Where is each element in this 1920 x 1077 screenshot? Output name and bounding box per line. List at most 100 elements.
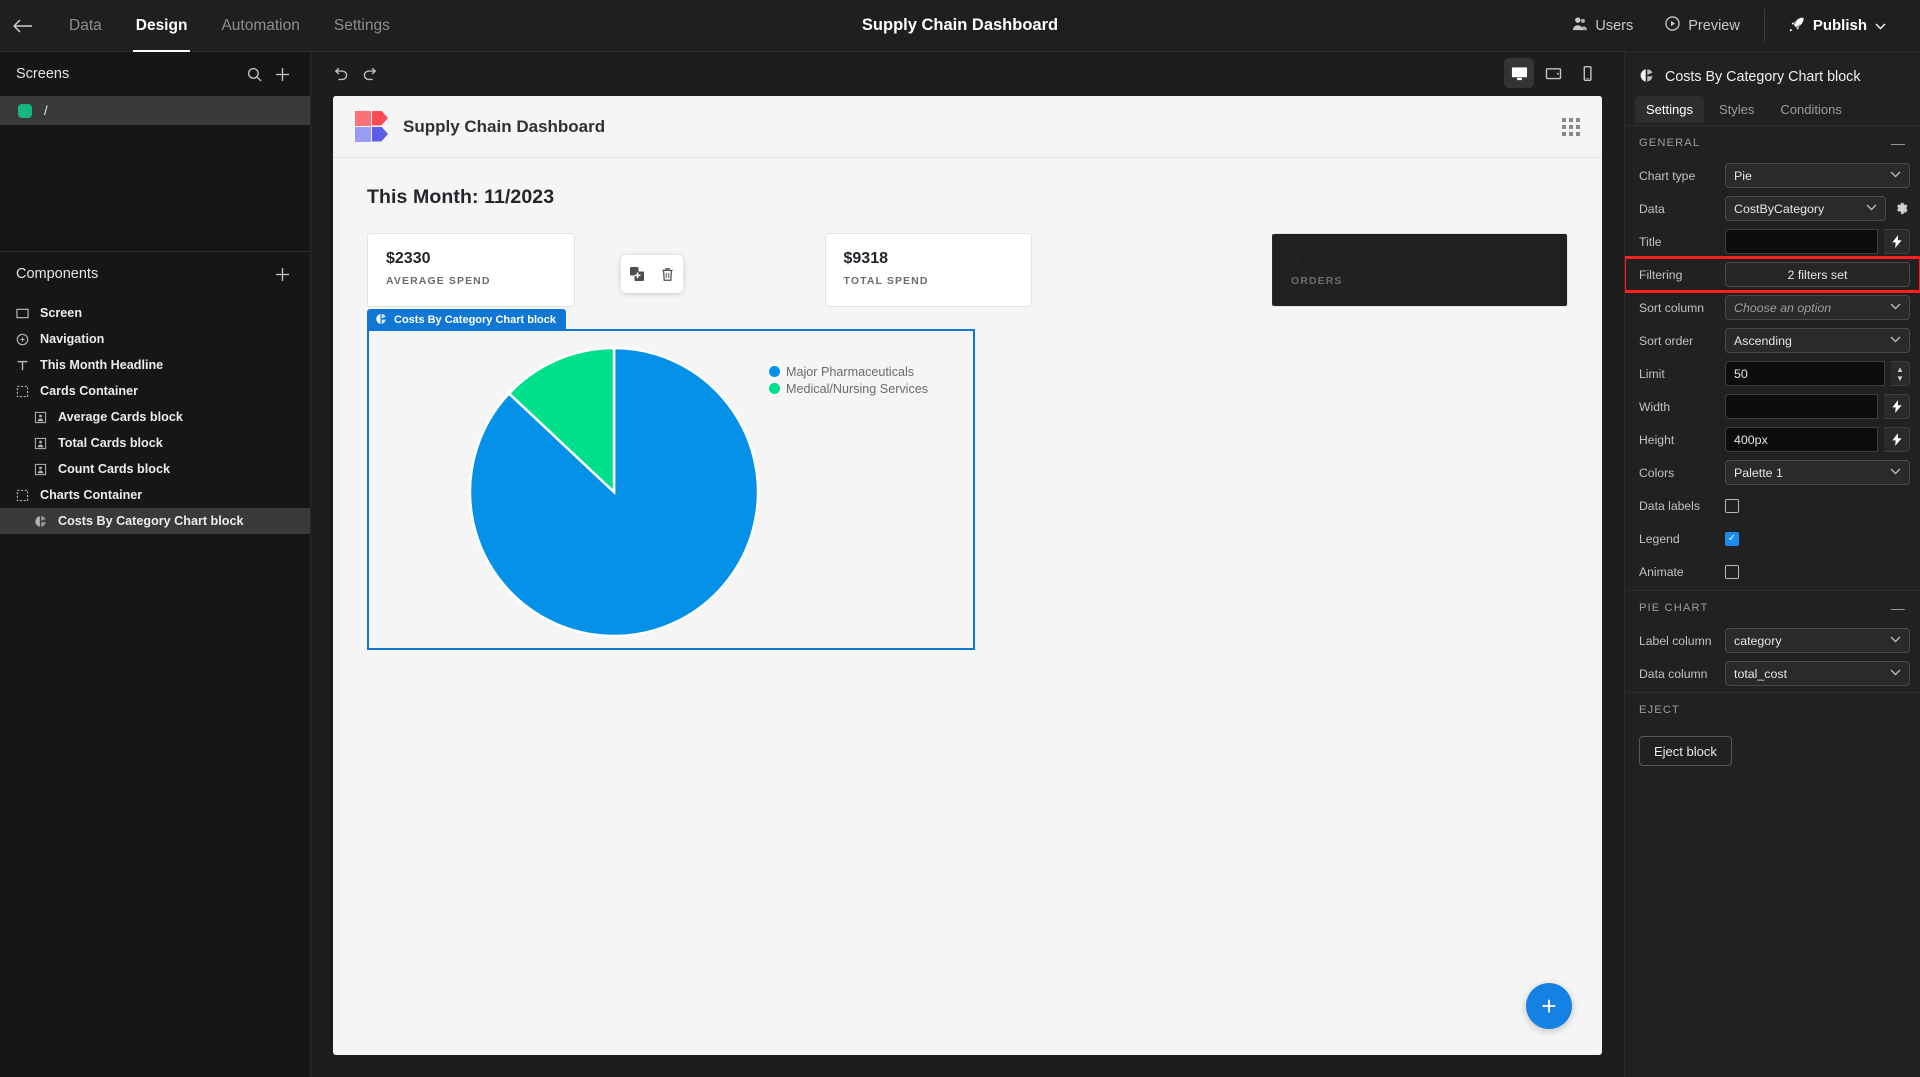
- chart-type-select[interactable]: Pie: [1725, 163, 1910, 188]
- tab-settings[interactable]: Settings: [1635, 96, 1704, 123]
- component-count-cards-block[interactable]: Count Cards block: [0, 456, 310, 482]
- data-column-select[interactable]: total_cost: [1725, 661, 1910, 686]
- component-costs-by-category-chart-block[interactable]: Costs By Category Chart block: [0, 508, 310, 534]
- device-desktop-button[interactable]: [1504, 58, 1534, 88]
- component-total-cards-block[interactable]: Total Cards block: [0, 430, 310, 456]
- field-label: Data: [1639, 201, 1665, 216]
- field-label: Legend: [1639, 531, 1680, 546]
- add-block-fab[interactable]: +: [1526, 983, 1572, 1029]
- component-label: Charts Container: [40, 488, 143, 502]
- tab-styles[interactable]: Styles: [1708, 96, 1765, 123]
- tab-conditions[interactable]: Conditions: [1769, 96, 1852, 123]
- data-source-select[interactable]: CostByCategory: [1725, 196, 1886, 221]
- eject-block-button[interactable]: Eject block: [1639, 736, 1732, 766]
- data-labels-checkbox[interactable]: [1725, 498, 1739, 513]
- rocket-icon: [1789, 16, 1805, 36]
- card-value: $2330: [386, 250, 431, 267]
- colors-palette-select[interactable]: Palette 1: [1725, 460, 1910, 485]
- canvas-viewport: Supply Chain Dashboard This Month: 11/20…: [311, 96, 1624, 1077]
- component-this-month-headline[interactable]: This Month Headline: [0, 352, 310, 378]
- component-average-cards-block[interactable]: Average Cards block: [0, 404, 310, 430]
- field-label: Filtering: [1639, 267, 1683, 282]
- component-navigation[interactable]: Navigation: [0, 326, 310, 352]
- duplicate-icon[interactable]: [626, 263, 648, 285]
- selected-block-badge[interactable]: Costs By Category Chart block: [367, 309, 566, 331]
- field-data-labels: Data labels: [1625, 489, 1920, 522]
- colors-palette-value: Palette 1: [1734, 465, 1783, 480]
- component-label: Navigation: [40, 332, 105, 346]
- settings-panel-title: Costs By Category Chart block: [1665, 69, 1861, 85]
- tab-data[interactable]: Data: [52, 0, 119, 52]
- cards-container: $2330 AVERAGE SPEND $9318 TOTAL SPEND 4 …: [367, 233, 1568, 307]
- screen-item-root[interactable]: /: [0, 96, 310, 125]
- top-bar: Data Design Automation Settings Supply C…: [0, 0, 1920, 52]
- undo-icon[interactable]: [325, 59, 355, 89]
- redo-icon[interactable]: [355, 59, 385, 89]
- top-nav: Data Design Automation Settings: [52, 0, 407, 52]
- chevron-down-icon: [1866, 203, 1877, 214]
- title-input[interactable]: [1725, 229, 1878, 254]
- average-spend-card[interactable]: $2330 AVERAGE SPEND: [367, 233, 575, 307]
- field-chart-type: Chart type Pie: [1625, 159, 1920, 192]
- card-icon: [32, 435, 48, 451]
- tab-settings[interactable]: Settings: [317, 0, 407, 52]
- users-button[interactable]: Users: [1556, 0, 1649, 52]
- device-mobile-button[interactable]: [1572, 58, 1602, 88]
- legend-color-swatch: [769, 383, 780, 394]
- animate-checkbox[interactable]: [1725, 564, 1739, 579]
- costs-by-category-chart-block[interactable]: Costs By Category Chart block Major Phar…: [367, 309, 975, 650]
- component-screen[interactable]: Screen: [0, 300, 310, 326]
- legend-item-medical-nursing-services[interactable]: Medical/Nursing Services: [769, 380, 928, 397]
- tab-automation[interactable]: Automation: [204, 0, 316, 52]
- device-tablet-button[interactable]: [1538, 58, 1568, 88]
- sort-column-select[interactable]: Choose an option: [1725, 295, 1910, 320]
- field-label: Sort order: [1639, 333, 1694, 348]
- sort-column-value: Choose an option: [1734, 300, 1832, 315]
- add-screen-icon[interactable]: [268, 60, 296, 88]
- stepper-up-icon[interactable]: ▲: [1896, 365, 1904, 374]
- collapse-pie-chart-icon[interactable]: —: [1891, 601, 1906, 615]
- height-input[interactable]: 400px: [1725, 427, 1878, 452]
- screen-icon: [14, 305, 30, 321]
- collapse-general-icon[interactable]: —: [1891, 136, 1906, 150]
- legend-color-swatch: [769, 366, 780, 377]
- binding-bolt-icon[interactable]: [1884, 394, 1910, 419]
- preview-button[interactable]: Preview: [1649, 0, 1756, 52]
- right-settings-panel: Costs By Category Chart block Settings S…: [1624, 52, 1920, 1077]
- delete-icon[interactable]: [657, 263, 679, 285]
- component-charts-container[interactable]: Charts Container: [0, 482, 310, 508]
- field-label: Data labels: [1639, 498, 1700, 513]
- publish-button[interactable]: Publish: [1773, 0, 1902, 52]
- field-height: Height 400px: [1625, 423, 1920, 456]
- stepper-down-icon[interactable]: ▼: [1896, 374, 1904, 383]
- component-cards-container[interactable]: Cards Container: [0, 378, 310, 404]
- grid-menu-icon[interactable]: [1562, 117, 1580, 136]
- orders-card[interactable]: 4 ORDERS: [1272, 233, 1568, 307]
- width-input[interactable]: [1725, 394, 1878, 419]
- binding-bolt-icon[interactable]: [1884, 427, 1910, 452]
- tab-design[interactable]: Design: [119, 0, 205, 52]
- section-general-label: GENERAL: [1639, 136, 1701, 149]
- sort-order-select[interactable]: Ascending: [1725, 328, 1910, 353]
- filtering-button[interactable]: 2 filters set: [1725, 262, 1910, 287]
- binding-bolt-icon[interactable]: [1884, 229, 1910, 254]
- search-icon[interactable]: [240, 60, 268, 88]
- legend-checkbox[interactable]: ✓: [1725, 531, 1739, 546]
- block-floating-toolbar: [621, 255, 683, 293]
- section-pie-chart-label: PIE CHART: [1639, 601, 1709, 614]
- legend-label: Medical/Nursing Services: [786, 381, 929, 396]
- label-column-select[interactable]: category: [1725, 628, 1910, 653]
- total-spend-card[interactable]: $9318 TOTAL SPEND: [824, 233, 1032, 307]
- component-label: This Month Headline: [40, 358, 164, 372]
- chevron-down-icon: [1890, 170, 1901, 181]
- field-legend: Legend ✓: [1625, 522, 1920, 555]
- chevron-down-icon: [1890, 302, 1901, 313]
- add-component-icon[interactable]: [268, 260, 296, 288]
- back-arrow-icon[interactable]: [0, 0, 46, 52]
- gear-icon[interactable]: [1893, 201, 1910, 216]
- limit-input[interactable]: 50: [1725, 361, 1885, 386]
- chevron-down-icon[interactable]: [1875, 17, 1886, 34]
- field-colors: Colors Palette 1: [1625, 456, 1920, 489]
- limit-stepper[interactable]: ▲ ▼: [1891, 361, 1910, 386]
- legend-item-major-pharmaceuticals[interactable]: Major Pharmaceuticals: [769, 363, 928, 380]
